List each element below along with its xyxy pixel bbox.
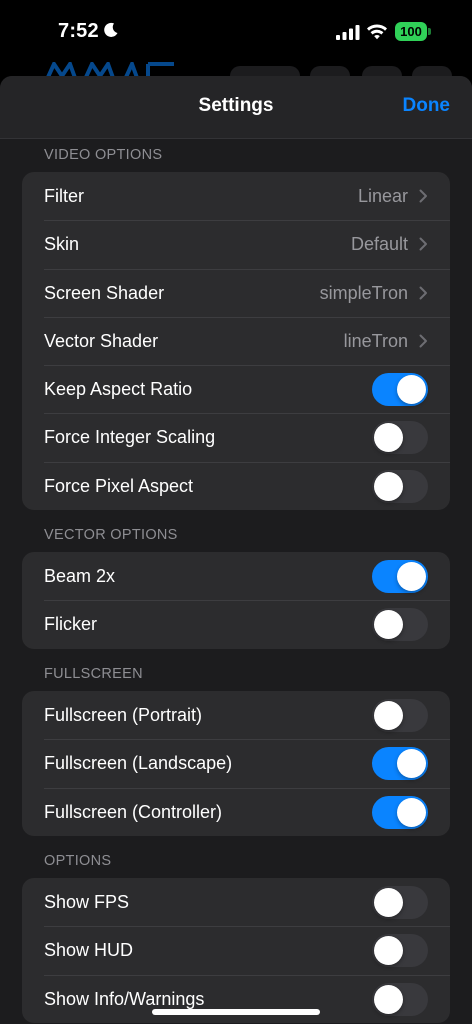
setting-row-flicker: Flicker bbox=[22, 600, 450, 648]
section-header-video-options: VIDEO OPTIONS bbox=[44, 147, 163, 163]
toggle-force-integer-scaling[interactable] bbox=[372, 421, 428, 455]
setting-label: Filter bbox=[44, 186, 84, 206]
setting-row-show-hud: Show HUD bbox=[22, 926, 450, 974]
setting-row-screen-shader[interactable]: Screen Shader simpleTron bbox=[22, 268, 450, 317]
toggle-flicker[interactable] bbox=[372, 608, 428, 642]
status-time: 7:52 bbox=[58, 20, 99, 42]
setting-label: Beam 2x bbox=[44, 566, 116, 586]
toggle-show-info-warnings[interactable] bbox=[372, 982, 428, 1016]
toggle-knob bbox=[397, 797, 426, 827]
setting-value: lineTron bbox=[343, 330, 408, 351]
setting-value: Linear bbox=[357, 186, 408, 206]
setting-row-fullscreen-landscape: Fullscreen (Landscape) bbox=[22, 739, 450, 787]
toggle-show-hud[interactable] bbox=[372, 934, 428, 968]
setting-row-beam-2x: Beam 2x bbox=[22, 552, 450, 600]
toggle-knob bbox=[374, 423, 403, 453]
setting-label: Show HUD bbox=[44, 940, 134, 961]
toggle-beam-2x[interactable] bbox=[372, 560, 428, 593]
toggle-knob bbox=[374, 471, 403, 501]
toggle-knob bbox=[374, 610, 403, 640]
toggle-knob bbox=[374, 984, 403, 1014]
setting-label: Keep Aspect Ratio bbox=[44, 379, 193, 400]
section-header-vector-options: VECTOR OPTIONS bbox=[44, 527, 178, 543]
chevron-right-icon bbox=[419, 334, 428, 348]
setting-label: Show FPS bbox=[44, 892, 130, 912]
setting-label: Fullscreen (Controller) bbox=[44, 801, 223, 822]
setting-row-fullscreen-controller: Fullscreen (Controller) bbox=[22, 787, 450, 836]
toggle-fullscreen-controller[interactable] bbox=[372, 795, 428, 829]
setting-row-skin[interactable]: Skin Default bbox=[22, 220, 450, 268]
settings-sheet: Settings Done VIDEO OPTIONS Filter Linear S… bbox=[0, 76, 472, 1024]
toggle-knob bbox=[374, 888, 403, 917]
moon-icon bbox=[104, 22, 118, 37]
toggle-knob bbox=[397, 375, 426, 405]
battery-cap bbox=[428, 28, 431, 35]
wifi-icon bbox=[367, 24, 387, 40]
toggle-force-pixel-aspect[interactable] bbox=[372, 469, 428, 503]
toggle-fullscreen-landscape[interactable] bbox=[372, 747, 428, 781]
chevron-right-icon bbox=[419, 286, 428, 300]
section-header-options: OPTIONS bbox=[44, 853, 112, 869]
toggle-keep-aspect-ratio[interactable] bbox=[372, 373, 428, 407]
battery-level: 100 bbox=[395, 22, 427, 41]
toggle-knob bbox=[397, 749, 426, 779]
setting-label: Fullscreen (Portrait) bbox=[44, 705, 203, 725]
toggle-show-fps[interactable] bbox=[372, 886, 428, 919]
setting-row-fullscreen-portrait: Fullscreen (Portrait) bbox=[22, 691, 450, 739]
settings-group-options: Show FPS Show HUD Show Info/Warnings bbox=[22, 878, 450, 1023]
setting-value: Default bbox=[350, 234, 408, 255]
setting-label: Force Pixel Aspect bbox=[44, 475, 194, 496]
toggle-knob bbox=[397, 562, 426, 591]
toggle-fullscreen-portrait[interactable] bbox=[372, 699, 428, 732]
chevron-right-icon bbox=[419, 237, 428, 251]
page-title: Settings bbox=[198, 95, 274, 116]
battery-indicator: 100 bbox=[395, 22, 431, 42]
chevron-right-icon bbox=[419, 189, 428, 203]
setting-row-show-fps: Show FPS bbox=[22, 878, 450, 926]
setting-label: Force Integer Scaling bbox=[44, 427, 216, 448]
settings-group-fullscreen: Fullscreen (Portrait) Fullscreen (Landsca… bbox=[22, 691, 450, 836]
setting-label: Skin bbox=[44, 234, 80, 255]
cellular-signal-icon bbox=[336, 25, 360, 40]
home-indicator[interactable] bbox=[152, 1009, 320, 1015]
setting-value: simpleTron bbox=[319, 282, 408, 303]
setting-row-filter[interactable]: Filter Linear bbox=[22, 172, 450, 220]
setting-label: Flicker bbox=[44, 614, 97, 635]
setting-row-force-pixel-aspect: Force Pixel Aspect bbox=[22, 461, 450, 510]
setting-row-show-info-warnings: Show Info/Warnings bbox=[22, 974, 450, 1023]
toggle-knob bbox=[374, 936, 403, 966]
setting-label: Vector Shader bbox=[44, 330, 159, 351]
navigation-bar: Settings Done bbox=[0, 76, 472, 139]
setting-label: Fullscreen (Landscape) bbox=[44, 753, 233, 774]
toggle-knob bbox=[374, 701, 403, 730]
setting-row-force-integer-scaling: Force Integer Scaling bbox=[22, 413, 450, 461]
settings-group-video-options: Filter Linear Skin Default Screen Shader simp… bbox=[22, 172, 450, 511]
section-header-fullscreen: FULLSCREEN bbox=[44, 666, 143, 682]
setting-label: Screen Shader bbox=[44, 282, 165, 303]
setting-row-keep-aspect-ratio: Keep Aspect Ratio bbox=[22, 365, 450, 413]
setting-label: Show Info/Warnings bbox=[44, 988, 205, 1009]
done-button[interactable]: Done bbox=[403, 95, 451, 117]
settings-group-vector-options: Beam 2x Flicker bbox=[22, 552, 450, 649]
setting-row-vector-shader[interactable]: Vector Shader lineTron bbox=[22, 316, 450, 365]
